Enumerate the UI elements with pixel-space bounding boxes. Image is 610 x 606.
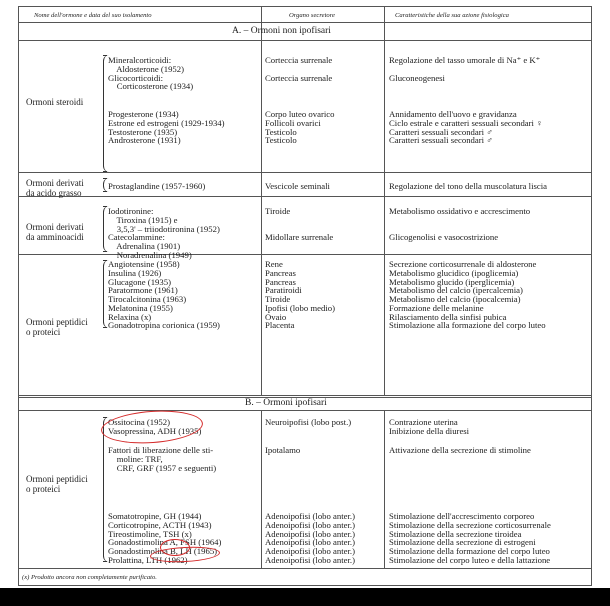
column-divider [261,40,262,395]
hormone-table-page: Nome dell'ormone e data del suo isolamen… [0,0,610,606]
column-divider [384,6,385,40]
adeno-organs: Adenoipofisi (lobo anter.) Adenoipofisi … [265,511,355,565]
adeno-actions: Stimolazione dell'accrescimento corporeo… [389,511,551,565]
section-b-rule [18,410,592,411]
column-divider [384,410,385,568]
row-divider [18,196,592,197]
section-a-rule [18,40,592,41]
fattori-organs: Ipotalamo [265,445,301,455]
ammino-organs: Tiroide Midollare surrenale [265,206,334,243]
header-action: Caratteristiche della sua azione fisiolo… [395,12,509,19]
grasso-organs: Vescicole seminali [265,181,330,191]
neuro-organs: Neuroipofisi (lobo post.) [265,417,352,427]
peptidi-a-names: Angiotensine (1958) Insulina (1926) Gluc… [108,259,220,331]
footnote-rule [18,568,592,569]
steroidi-names-1: Mineralcorticoidi: Aldosterone (1952) Gl… [108,55,194,92]
section-b-title: B. – Ormoni ipofisari [245,398,327,408]
steroidi-organs-1: Corteccia surrenale Corteccia surrenale [265,55,333,83]
group-label-peptidici-a: Ormoni peptidici o proteici [26,317,88,337]
grasso-names: Prostaglandine (1957-1960) [108,181,206,191]
peptidi-a-organs: Rene Pancreas Pancreas Paratiroidi Tiroi… [265,259,335,331]
group-label-acido-grasso: Ormoni derivati da acido grasso [26,178,84,198]
steroidi-names-2: Progesterone (1934) Estrone ed estrogeni… [108,109,225,146]
steroidi-organs-2: Corpo luteo ovarico Follicoli ovarici Te… [265,109,335,146]
section-a-title: A. – Ormoni non ipofisari [232,26,331,36]
fattori-names: Fattori di liberazione delle sti- moline… [108,445,217,473]
header-rule [18,22,592,23]
neuro-actions: Contrazione uterina Inibizione della diu… [389,417,470,436]
steroidi-actions-1: Regolazione del tasso umorale di Na⁺ e K… [389,55,541,83]
steroidi-actions-2: Annidamento dell'uovo e gravidanza Ciclo… [389,109,543,146]
header-organ: Organo secretore [289,12,335,19]
group-label-amminoacidi: Ormoni derivati da amminoacidi [26,222,84,242]
row-divider [18,172,592,173]
group-label-steroidi: Ormoni steroidi [26,97,84,107]
footnote: (x) Prodotto ancora non completamente pu… [22,574,157,581]
row-divider [18,254,592,255]
ammino-actions: Metabolismo ossidativo e accrescimento G… [389,206,531,243]
fattori-actions: Attivazione della secrezione di stimolin… [389,445,531,455]
column-divider [261,410,262,568]
bottom-black-bar [0,588,610,606]
column-divider [384,40,385,395]
group-label-peptidici-b: Ormoni peptidici o proteici [26,474,88,494]
peptidi-a-actions: Secrezione corticosurrenale di aldostero… [389,259,546,331]
header-name: Nome dell'ormone e data del suo isolamen… [34,12,152,19]
ammino-names: Iodotironine: Tiroxina (1915) e 3,5,3' –… [108,206,220,260]
grasso-actions: Regolazione del tono della muscolatura l… [389,181,548,191]
